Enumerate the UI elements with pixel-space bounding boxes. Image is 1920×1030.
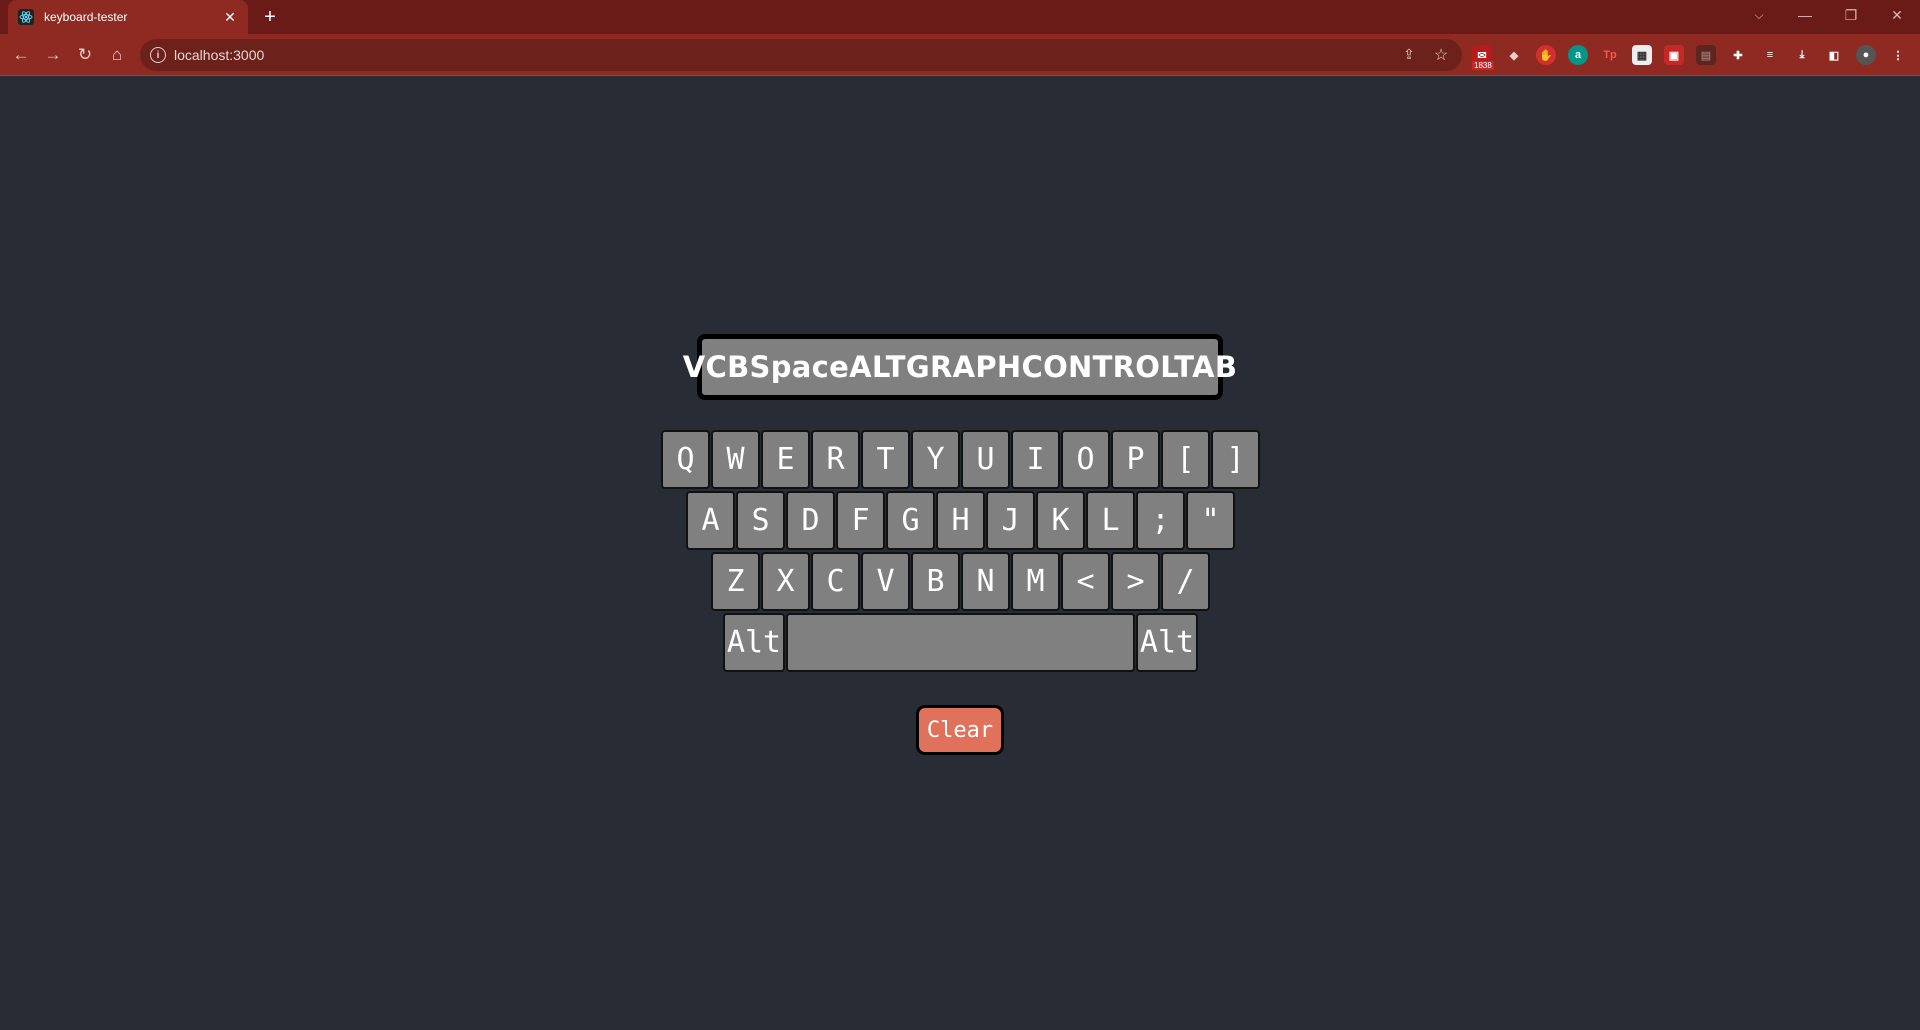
download-icon[interactable]: ⤓: [1792, 45, 1812, 65]
key-u[interactable]: U: [961, 430, 1010, 489]
key-l[interactable]: L: [1086, 491, 1135, 550]
key-q[interactable]: Q: [661, 430, 710, 489]
key-left-bracket[interactable]: [: [1161, 430, 1210, 489]
avatar[interactable]: ●: [1856, 45, 1876, 65]
key-left-alt[interactable]: Alt: [723, 613, 785, 672]
key-n[interactable]: N: [961, 552, 1010, 611]
pressed-keys-display: VCBSpaceALTGRAPHCONTROLTAB: [683, 334, 1237, 400]
key-f[interactable]: F: [836, 491, 885, 550]
key-y[interactable]: Y: [911, 430, 960, 489]
key-greater-than[interactable]: >: [1111, 552, 1160, 611]
tab-title: keyboard-tester: [44, 10, 128, 24]
key-h[interactable]: H: [936, 491, 985, 550]
close-window-button[interactable]: ✕: [1874, 0, 1920, 30]
new-tab-button[interactable]: +: [258, 5, 282, 29]
key-e[interactable]: E: [761, 430, 810, 489]
key-a[interactable]: A: [686, 491, 735, 550]
a-extension-icon[interactable]: a: [1568, 45, 1588, 65]
key-r[interactable]: R: [811, 430, 860, 489]
key-b[interactable]: B: [911, 552, 960, 611]
key-t[interactable]: T: [861, 430, 910, 489]
react-icon: [18, 9, 34, 25]
hand-extension-icon[interactable]: ✋: [1536, 45, 1556, 65]
disabled-extension-icon[interactable]: ▤: [1696, 45, 1716, 65]
qr-extension-icon[interactable]: ▦: [1632, 45, 1652, 65]
key-g[interactable]: G: [886, 491, 935, 550]
back-icon[interactable]: ←: [9, 43, 33, 67]
address-bar[interactable]: i localhost:3000 ⇪ ☆: [140, 39, 1462, 71]
mail-count-badge: 1838: [1472, 61, 1494, 70]
home-icon[interactable]: ⌂: [105, 43, 129, 67]
key-w[interactable]: W: [711, 430, 760, 489]
minimize-button[interactable]: —: [1782, 0, 1828, 30]
key-o[interactable]: O: [1061, 430, 1110, 489]
key-slash[interactable]: /: [1161, 552, 1210, 611]
tp-extension-icon[interactable]: Tp: [1600, 45, 1620, 65]
key-less-than[interactable]: <: [1061, 552, 1110, 611]
key-d[interactable]: D: [786, 491, 835, 550]
screenshot-extension-icon[interactable]: ▣: [1664, 45, 1684, 65]
tab-close-icon[interactable]: ✕: [222, 9, 238, 25]
key-k[interactable]: K: [1036, 491, 1085, 550]
key-p[interactable]: P: [1111, 430, 1160, 489]
key-j[interactable]: J: [986, 491, 1035, 550]
app-content: VCBSpaceALTGRAPHCONTROLTAB Q W E R T Y U…: [0, 77, 1920, 1030]
key-right-bracket[interactable]: ]: [1211, 430, 1260, 489]
tab-search-icon[interactable]: ⌵: [1744, 0, 1774, 30]
browser-tab-strip: keyboard-tester ✕ + ⌵ — ❐ ✕: [0, 0, 1920, 34]
forward-icon[interactable]: →: [41, 43, 65, 67]
key-s[interactable]: S: [736, 491, 785, 550]
key-v[interactable]: V: [861, 552, 910, 611]
key-x[interactable]: X: [761, 552, 810, 611]
browser-toolbar: ← → ↻ ⌂ i localhost:3000 ⇪ ☆ ✉ 1838 ◆ ✋ …: [0, 34, 1920, 76]
browser-tab[interactable]: keyboard-tester ✕: [8, 0, 248, 34]
reload-icon[interactable]: ↻: [73, 43, 97, 67]
key-quote[interactable]: ": [1186, 491, 1235, 550]
eraser-extension-icon[interactable]: ◆: [1504, 45, 1524, 65]
clear-button[interactable]: Clear: [916, 705, 1004, 755]
key-c[interactable]: C: [811, 552, 860, 611]
bookmark-star-icon[interactable]: ☆: [1432, 45, 1450, 64]
key-m[interactable]: M: [1011, 552, 1060, 611]
key-semicolon[interactable]: ;: [1136, 491, 1185, 550]
key-z[interactable]: Z: [711, 552, 760, 611]
share-icon[interactable]: ⇪: [1400, 46, 1418, 64]
key-space[interactable]: [786, 613, 1135, 672]
url-text: localhost:3000: [174, 47, 265, 63]
side-panel-icon[interactable]: ◧: [1824, 45, 1844, 65]
key-right-alt[interactable]: Alt: [1136, 613, 1198, 672]
reading-list-icon[interactable]: ≡: [1760, 45, 1780, 65]
key-i[interactable]: I: [1011, 430, 1060, 489]
menu-icon[interactable]: ⋮: [1888, 45, 1908, 65]
restore-button[interactable]: ❐: [1828, 0, 1874, 30]
puzzle-icon[interactable]: ✚: [1728, 45, 1748, 65]
site-info-icon[interactable]: i: [150, 47, 166, 63]
